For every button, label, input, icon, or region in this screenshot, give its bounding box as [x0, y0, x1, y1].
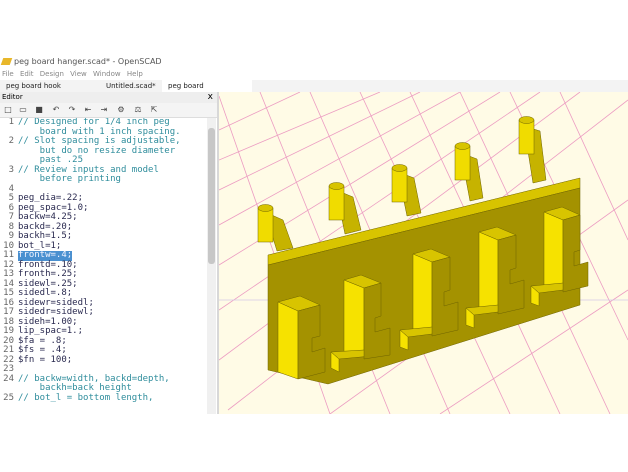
menu-design[interactable]: Design	[40, 70, 64, 78]
window-title: peg board hanger.scad* - OpenSCAD	[14, 57, 162, 66]
unindent-icon[interactable]: ⇤	[84, 106, 92, 114]
3d-viewport[interactable]	[218, 91, 628, 415]
redo-icon[interactable]: ↷	[68, 106, 76, 114]
indent-icon[interactable]: ⇥	[100, 106, 108, 114]
editor-scrollbar-thumb[interactable]	[208, 128, 215, 264]
model-render	[218, 91, 628, 415]
new-icon[interactable]: □	[4, 106, 12, 114]
title-bar: peg board hanger.scad* - OpenSCAD	[0, 55, 628, 68]
menu-window[interactable]: Window	[93, 70, 121, 78]
tab-untitled[interactable]: Untitled.scad*	[100, 80, 162, 92]
export-icon[interactable]: ⇱	[150, 106, 158, 114]
menu-file[interactable]: File	[2, 70, 14, 78]
menu-view[interactable]: View	[70, 70, 87, 78]
editor-close-icon[interactable]: x	[208, 92, 213, 103]
openscad-app-icon	[0, 58, 13, 65]
peg-board-hanger-model	[257, 116, 589, 385]
save-icon[interactable]: ■	[35, 106, 43, 114]
menu-bar: File Edit Design View Window Help	[0, 68, 628, 80]
render-icon[interactable]: ⚖	[134, 106, 142, 114]
line-number: 3	[8, 164, 14, 175]
preview-icon[interactable]: ⚙	[117, 106, 125, 114]
tab-label: Untitled.scad*	[106, 82, 156, 90]
line-number: 2	[8, 136, 14, 146]
tab-peg-board-hook-system[interactable]: peg board hook system.scad	[0, 80, 106, 102]
editor-header: Editor x	[0, 92, 217, 103]
line-number: 25	[3, 392, 14, 403]
line-number: 24	[3, 373, 14, 384]
menu-help[interactable]: Help	[127, 70, 143, 78]
undo-icon[interactable]: ↶	[52, 106, 60, 114]
editor-toolbar: □ ▭ ■ ↶ ↷ ⇤ ⇥ ⚙ ⚖ ⇱	[0, 103, 217, 118]
code-line[interactable]: before printing	[18, 174, 121, 185]
editor-title: Editor	[2, 93, 23, 101]
tab-peg-board-hanger[interactable]: peg board hanger.scad*x	[162, 80, 252, 102]
open-icon[interactable]: ▭	[19, 106, 27, 114]
menu-edit[interactable]: Edit	[20, 70, 34, 78]
code-editor[interactable]: 1// Designed for 1/4 inch peg board with…	[0, 118, 207, 414]
code-line[interactable]: // bot_l = bottom length,	[18, 393, 153, 404]
code-line[interactable]: $fn = 100;	[18, 355, 72, 366]
line-number: 1	[8, 118, 14, 127]
